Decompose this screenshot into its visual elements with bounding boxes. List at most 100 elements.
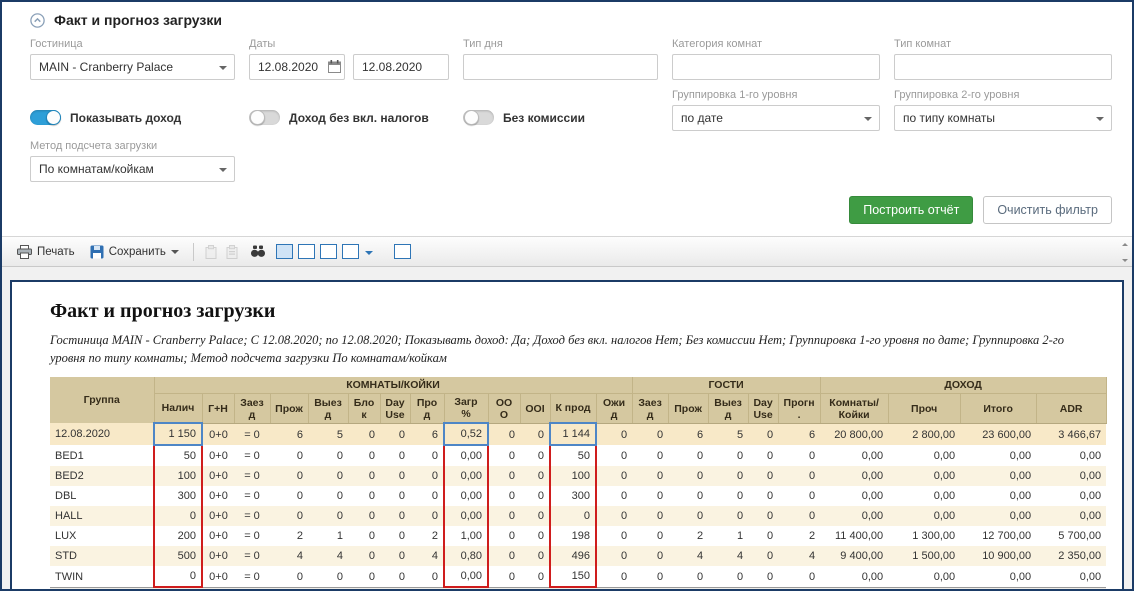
group1-value: по дате (681, 111, 723, 125)
date-to-input[interactable] (353, 54, 449, 80)
toggle-income-no-tax[interactable]: Доход без вкл. налогов (249, 110, 449, 125)
cell: 0,00 (444, 506, 488, 526)
cell: 0 (596, 445, 632, 466)
total-cell: 6 (668, 587, 708, 591)
print-button[interactable]: Печать (12, 242, 80, 262)
total-cell: = 0 (234, 587, 270, 591)
view-mode-full-button[interactable] (276, 244, 293, 259)
room-type-field: Тип комнат (894, 38, 1112, 80)
calendar-icon[interactable] (328, 60, 341, 78)
cell: 200 (154, 526, 202, 546)
method-select[interactable]: По комнатам/койкам (30, 156, 235, 182)
room-category-input[interactable] (672, 54, 880, 80)
scroll-down-icon[interactable] (1122, 259, 1128, 265)
cell: 1 500,00 (888, 546, 960, 566)
cell: 10 900,00 (960, 546, 1036, 566)
column-header: К прод (550, 394, 596, 424)
cell: 0 (550, 506, 596, 526)
cell: 0+0 (202, 546, 234, 566)
cell: 0 (410, 506, 444, 526)
day-type-input[interactable] (463, 54, 658, 80)
cell: 1 (708, 526, 748, 546)
total-cell: 0 (520, 587, 550, 591)
toolbar-scrollbar[interactable] (1120, 240, 1130, 265)
scroll-up-icon[interactable] (1122, 240, 1128, 246)
cell: 0 (488, 526, 520, 546)
cell: 0 (708, 566, 748, 587)
cell: 0 (380, 506, 410, 526)
cell: 0 (410, 466, 444, 486)
group2-field: Группировка 2-го уровня по типу комнаты (894, 89, 1112, 131)
report-toolbar: Печать Сохранить (2, 236, 1132, 267)
cell: 6 (270, 423, 308, 445)
extra-view-button[interactable] (394, 244, 411, 259)
cell: 0,00 (820, 506, 888, 526)
cell: 0,00 (888, 566, 960, 587)
total-cell: 0 (748, 587, 778, 591)
cell: 0 (308, 466, 348, 486)
report-table: ГруппаКОМНАТЫ/КОЙКИГОСТИДОХОДНаличГ+НЗае… (50, 377, 1107, 591)
column-group-header: ГОСТИ (632, 377, 820, 394)
cell: 0 (270, 466, 308, 486)
cell: 0 (668, 566, 708, 587)
cell: 1 300,00 (888, 526, 960, 546)
report-subtitle: Гостиница MAIN - Cranberry Palace; С 12.… (50, 331, 1088, 367)
cell: 0 (632, 445, 668, 466)
table-row: BED21000+0= 0000000,00001000000000,000,0… (50, 466, 1106, 486)
cell: 0 (668, 506, 708, 526)
cell: 0 (748, 423, 778, 445)
cell: 0 (708, 486, 748, 506)
cell: 0,00 (1036, 486, 1106, 506)
save-button[interactable]: Сохранить (85, 242, 184, 262)
cell: 0,00 (960, 445, 1036, 466)
cell: HALL (50, 506, 154, 526)
view-mode-split-button[interactable] (298, 244, 315, 259)
view-mode-dropdown-caret[interactable] (365, 251, 373, 259)
cell: 198 (550, 526, 596, 546)
column-header: ADR (1036, 394, 1106, 424)
clear-filter-button[interactable]: Очистить фильтр (983, 196, 1112, 224)
cell: 2 (270, 526, 308, 546)
cell: 0 (348, 526, 380, 546)
cell: 1,00 (444, 526, 488, 546)
cell: 6 (778, 423, 820, 445)
cell: 0 (348, 566, 380, 587)
collapse-icon[interactable] (30, 13, 45, 28)
toggle-no-commission-label: Без комиссии (503, 111, 585, 125)
total-cell: 6 (778, 587, 820, 591)
cell: 0 (596, 566, 632, 587)
filter-row-2: Показывать доход Доход без вкл. налогов … (30, 89, 1112, 131)
cell: 0+0 (202, 423, 234, 445)
toggle-show-income[interactable]: Показывать доход (30, 110, 235, 125)
total-cell: 1 144 (550, 587, 596, 591)
hotel-select[interactable]: MAIN - Cranberry Palace (30, 54, 235, 80)
total-cell: 23 600,00 (960, 587, 1036, 591)
cell: 50 (154, 445, 202, 466)
cell: 11 400,00 (820, 526, 888, 546)
cell: 0 (154, 506, 202, 526)
cell: 0 (380, 546, 410, 566)
cell: 0 (520, 423, 550, 445)
cell: 0+0 (202, 566, 234, 587)
view-mode-grid-button[interactable] (342, 244, 359, 259)
toggle-show-income-label: Показывать доход (70, 111, 181, 125)
total-cell: 2 800,00 (888, 587, 960, 591)
view-mode-columns-button[interactable] (320, 244, 337, 259)
cell: 0 (668, 486, 708, 506)
group2-select[interactable]: по типу комнаты (894, 105, 1112, 131)
search-icon[interactable] (250, 245, 266, 258)
report-panel: Факт и прогноз загрузки Гостиница MAIN -… (10, 280, 1124, 591)
room-type-input[interactable] (894, 54, 1112, 80)
total-cell (50, 587, 154, 591)
group1-select[interactable]: по дате (672, 105, 880, 131)
total-cell: 5 (708, 587, 748, 591)
table-row: LUX2000+0= 0210021,000019800210211 400,0… (50, 526, 1106, 546)
column-header: Выезд (708, 394, 748, 424)
build-report-button[interactable]: Построить отчёт (849, 196, 973, 224)
cell: 50 (550, 445, 596, 466)
group1-field: Группировка 1-го уровня по дате (672, 89, 880, 131)
cell: 0,00 (820, 466, 888, 486)
cell: 2 (410, 526, 444, 546)
toggle-no-commission[interactable]: Без комиссии (463, 110, 658, 125)
cell: 0 (380, 566, 410, 587)
